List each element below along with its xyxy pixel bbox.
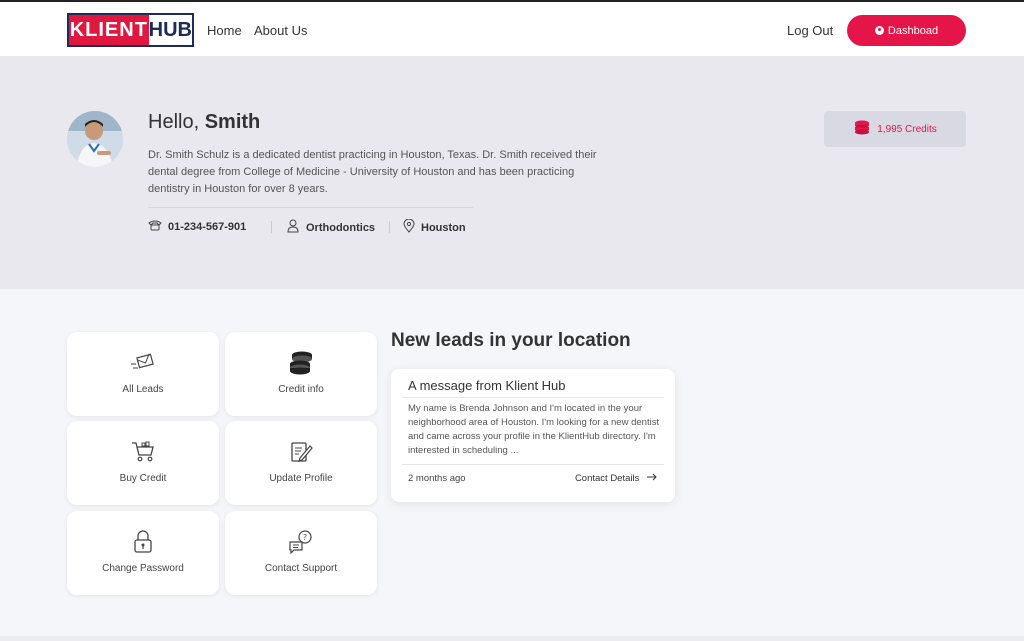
- specialty-info: Orthodontics: [286, 219, 375, 236]
- avatar: [67, 111, 123, 167]
- lead-message: My name is Brenda Johnson and I'm locate…: [408, 403, 660, 456]
- lead-timestamp: 2 months ago: [408, 473, 466, 484]
- phone-number: 01-234-567-901: [168, 220, 247, 233]
- dashboard-button[interactable]: Dashboad: [847, 15, 966, 46]
- meta-separator: [271, 221, 272, 233]
- location-text: Houston: [421, 221, 466, 234]
- coins-icon: [225, 350, 377, 376]
- logo-klient: KLIENT: [69, 15, 149, 45]
- tile-label: Credit info: [278, 384, 324, 395]
- coins-icon: [853, 120, 871, 139]
- top-navbar: KLIENT HUB Home About Us Log Out Dashboa…: [0, 0, 1024, 56]
- tile-credit-info[interactable]: Credit info: [225, 332, 377, 416]
- tile-label: Update Profile: [269, 473, 333, 484]
- cart-icon: [67, 439, 219, 465]
- tile-buy-credit[interactable]: Buy Credit: [67, 421, 219, 505]
- credits-badge[interactable]: 1,995 Credits: [824, 111, 966, 147]
- tile-change-password[interactable]: Change Password: [67, 511, 219, 595]
- tile-label: Buy Credit: [119, 473, 167, 484]
- svg-text:?: ?: [303, 533, 307, 542]
- logout-link[interactable]: Log Out: [787, 23, 833, 38]
- lock-icon: [67, 529, 219, 555]
- tile-update-profile[interactable]: Update Profile: [225, 421, 377, 505]
- greeting-text: Hello,: [148, 111, 205, 133]
- nav-about-link[interactable]: About Us: [254, 23, 307, 38]
- location-pin-icon: [403, 218, 415, 236]
- divider: [402, 397, 664, 398]
- leads-section-title: New leads in your location: [391, 330, 631, 351]
- profile-bio: Dr. Smith Schulz is a dedicated dentist …: [148, 149, 597, 195]
- klienthub-logo[interactable]: KLIENT HUB: [67, 13, 194, 47]
- logo-hub: HUB: [148, 15, 192, 45]
- footer-strip: [0, 636, 1024, 641]
- phone-icon: [148, 219, 162, 234]
- user-name: Smith: [204, 111, 261, 133]
- lead-heading: A message from Klient Hub: [408, 378, 566, 393]
- tile-label: Contact Support: [264, 563, 338, 574]
- user-circle-icon: [874, 26, 884, 35]
- tile-label: Change Password: [102, 563, 184, 574]
- arrow-right-icon: [646, 473, 658, 484]
- specialty-text: Orthodontics: [306, 221, 376, 234]
- tile-contact-support[interactable]: ? Contact Support: [225, 511, 377, 595]
- location-info: Houston: [403, 218, 466, 236]
- tile-all-leads[interactable]: All Leads: [67, 332, 219, 416]
- support-chat-icon: ?: [225, 529, 377, 555]
- dashboard-label: Dashboad: [887, 24, 939, 37]
- contact-details-label: Contact Details: [574, 473, 640, 484]
- doctor-icon: [286, 219, 300, 236]
- contact-details-link[interactable]: Contact Details: [575, 473, 658, 484]
- nav-home-link[interactable]: Home: [207, 23, 242, 38]
- tile-label: All Leads: [122, 384, 164, 395]
- divider: [148, 207, 473, 208]
- divider: [402, 464, 664, 465]
- greeting-heading: Hello, Smith: [148, 111, 260, 134]
- meta-separator: [389, 221, 390, 233]
- lead-card: A message from Klient Hub My name is Bre…: [391, 369, 675, 502]
- phone-info: 01-234-567-901: [148, 219, 246, 234]
- credits-text: 1,995 Credits: [877, 123, 937, 135]
- envelope-icon: [67, 350, 219, 376]
- edit-document-icon: [225, 439, 377, 465]
